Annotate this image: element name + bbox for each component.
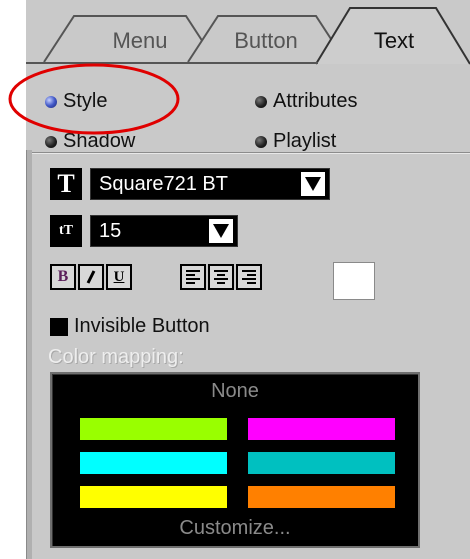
align-left-icon [186,270,200,284]
align-right-icon [242,270,256,284]
color-mapping-box: None Customize... [50,372,420,548]
color-map-swatch[interactable] [248,486,395,508]
panel-left-edge [26,150,32,559]
section-divider [32,152,470,154]
chevron-down-icon[interactable] [209,219,233,243]
radio-playlist-label: Playlist [273,130,337,152]
color-map-swatch[interactable] [80,418,227,440]
color-mapping-none-option[interactable]: None [52,380,418,403]
radio-icon [255,135,267,148]
radio-icon [45,135,57,148]
font-size-select[interactable]: 15 [90,215,238,247]
align-center-button[interactable] [208,264,234,290]
underline-button[interactable]: U [106,264,132,290]
align-center-icon [214,270,228,284]
text-color-swatch[interactable] [333,262,375,300]
italic-button[interactable] [78,264,104,290]
color-mapping-label: Color mapping: [48,346,184,368]
color-map-swatch[interactable] [80,486,227,508]
tab-button[interactable]: Button [206,28,326,54]
color-map-swatch[interactable] [248,452,395,474]
radio-attributes-label: Attributes [273,90,358,112]
color-map-swatch[interactable] [80,452,227,474]
checkbox-box[interactable] [50,317,68,336]
radio-style[interactable]: Style [45,90,107,113]
radio-attributes[interactable]: Attributes [255,90,357,113]
radio-icon [255,95,267,108]
tab-text[interactable]: Text [334,28,454,54]
customize-button[interactable]: Customize... [52,517,418,540]
invisible-button-checkbox[interactable]: Invisible Button [50,315,210,338]
align-right-button[interactable] [236,264,262,290]
text-properties-panel: Menu Button Text Style Attributes Shadow… [0,0,470,559]
radio-shadow-label: Shadow [63,130,136,152]
font-family-value: Square721 BT [99,172,228,195]
align-left-button[interactable] [180,264,206,290]
radio-shadow[interactable]: Shadow [45,130,135,153]
font-family-icon: T [50,168,82,200]
font-size-value: 15 [99,219,122,242]
underline-label: U [113,268,125,285]
chevron-down-icon[interactable] [301,172,325,196]
radio-playlist[interactable]: Playlist [255,130,336,153]
tab-menu[interactable]: Menu [80,28,200,54]
italic-icon [86,270,96,284]
tab-bar: Menu Button Text [26,0,470,66]
font-family-select[interactable]: Square721 BT [90,168,330,200]
color-map-swatch[interactable] [248,418,395,440]
bold-button[interactable]: B [50,264,76,290]
radio-style-label: Style [63,90,108,112]
font-size-icon: tT [50,215,82,247]
radio-selected-icon [45,95,57,108]
invisible-button-label: Invisible Button [74,315,210,337]
